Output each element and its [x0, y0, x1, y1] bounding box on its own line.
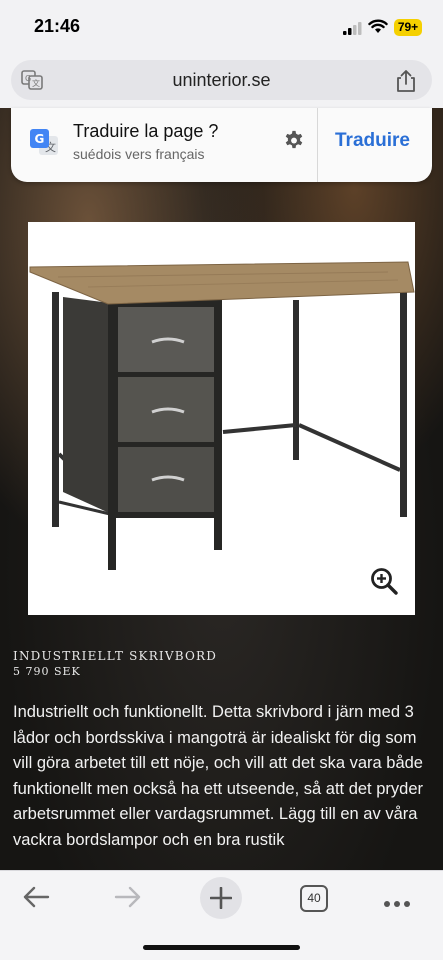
share-icon[interactable] — [395, 69, 417, 98]
google-translate-icon: 文 G — [29, 128, 59, 163]
url-text: uninterior.se — [172, 70, 271, 90]
product-price: 5 790 SEK — [13, 665, 81, 678]
plus-icon — [210, 887, 232, 909]
gear-icon[interactable] — [283, 130, 305, 157]
new-tab-button[interactable] — [200, 877, 242, 919]
product-image[interactable] — [28, 222, 415, 615]
status-bar: 21:46 79+ — [0, 0, 443, 56]
address-bar[interactable]: G 文 uninterior.se — [11, 60, 432, 100]
cellular-signal-icon — [343, 22, 363, 40]
battery-indicator: 79+ — [394, 19, 422, 36]
home-indicator[interactable] — [143, 945, 300, 950]
banner-divider — [317, 108, 318, 182]
translate-button[interactable]: Traduire — [335, 130, 410, 152]
forward-arrow-icon[interactable] — [114, 885, 142, 914]
svg-text:G: G — [35, 132, 45, 146]
zoom-in-icon[interactable] — [370, 567, 398, 600]
wifi-icon — [368, 19, 388, 39]
translate-subtitle: suédois vers français — [73, 146, 205, 162]
status-time: 21:46 — [34, 16, 81, 36]
translate-banner: 文 G Traduire la page ? suédois vers fran… — [11, 108, 432, 182]
back-arrow-icon[interactable] — [22, 885, 50, 914]
translate-title: Traduire la page ? — [73, 121, 219, 141]
tab-switcher-button[interactable]: 40 — [300, 885, 328, 912]
browser-top-bar: G 文 uninterior.se — [0, 56, 443, 108]
product-name: INDUSTRIELLT SKRIVBORD — [13, 649, 218, 663]
more-dots-icon[interactable] — [383, 895, 411, 913]
desk-illustration — [29, 261, 415, 570]
product-description: Industriellt och funktionellt. Detta skr… — [13, 703, 423, 849]
